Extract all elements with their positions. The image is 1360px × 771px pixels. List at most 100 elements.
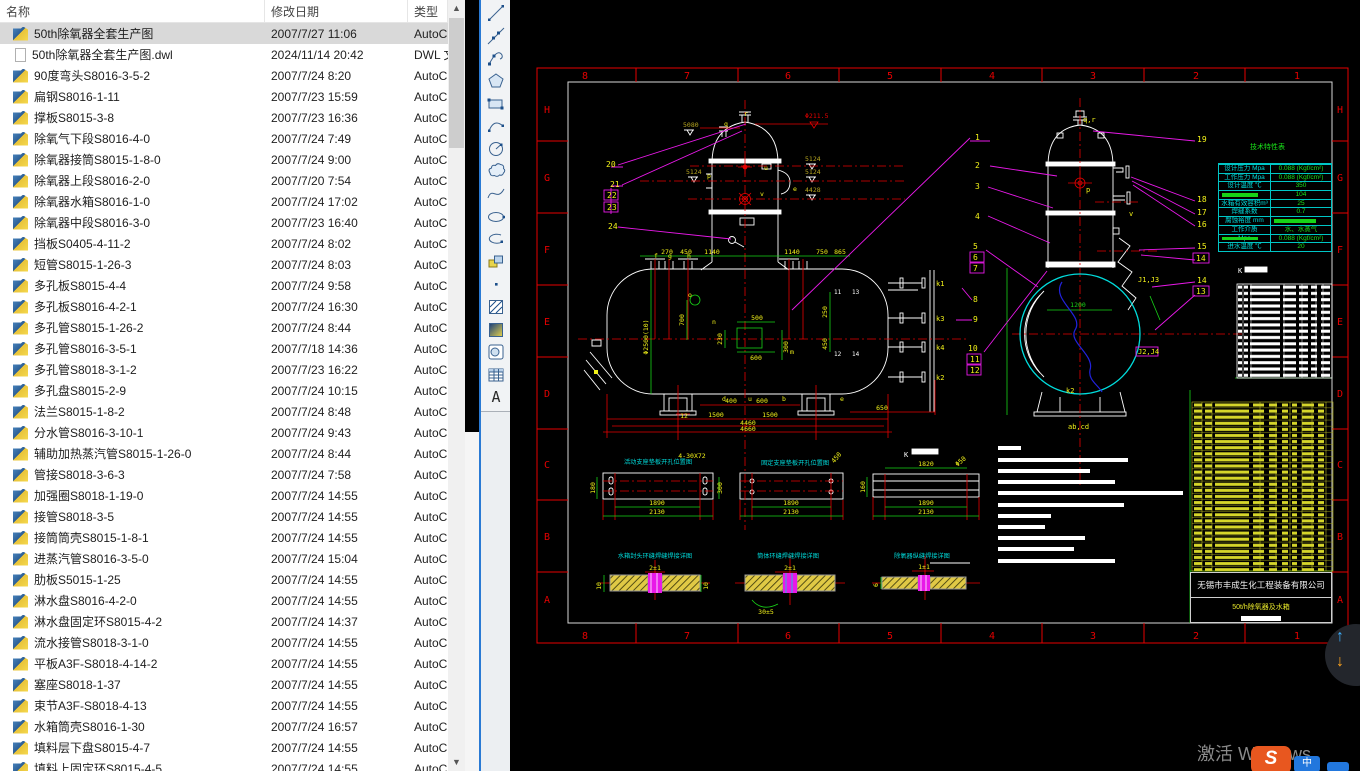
scroll-down-icon[interactable]: ▼ [448,754,465,771]
file-row[interactable]: 扁钢S8016-1-11 2007/7/23 15:59 AutoC [0,86,448,107]
file-row[interactable]: 辅助加热蒸汽管S8015-1-26-0 2007/7/24 8:44 AutoC [0,443,448,464]
file-name: 管接S8018-3-6-3 [34,468,125,482]
tech-table-row: 设计压力 Mpa 0.088 (Kgf/cm²) [1219,164,1331,173]
multiline-text-tool-icon[interactable]: A [485,386,507,409]
vertical-scrollbar[interactable]: ▲ ▼ [448,0,465,771]
file-row[interactable]: 平板A3F-S8018-4-14-2 2007/7/24 14:55 AutoC [0,653,448,674]
file-row[interactable]: 短管S8015-1-26-3 2007/7/24 8:03 AutoC [0,254,448,275]
file-row[interactable]: 管接S8018-3-6-3 2007/7/24 7:58 AutoC [0,464,448,485]
file-type: AutoC [414,194,448,209]
file-row[interactable]: 接管S8018-3-5 2007/7/24 14:55 AutoC [0,506,448,527]
file-row[interactable]: 加强圈S8018-1-19-0 2007/7/24 14:55 AutoC [0,485,448,506]
pt: h [687,252,691,260]
pt: n [712,318,716,326]
file-row[interactable]: 除氧器接筒S8015-1-8-0 2007/7/24 9:00 AutoC [0,149,448,170]
file-date: 2007/7/24 8:03 [271,257,352,272]
file-row[interactable]: 肋板S5015-1-25 2007/7/24 14:55 AutoC [0,569,448,590]
file-name: 法兰S8015-1-8-2 [34,405,125,419]
file-row[interactable]: 法兰S8015-1-8-2 2007/7/24 8:48 AutoC [0,401,448,422]
file-row[interactable]: 流水接管S8018-3-1-0 2007/7/24 14:55 AutoC [0,632,448,653]
callout: 4 [975,212,980,221]
column-header-name[interactable]: 名称 [0,0,265,22]
gradient-tool-icon[interactable] [485,318,507,341]
svg-text:A: A [491,388,500,406]
file-date: 2007/7/24 14:55 [271,656,358,671]
file-row[interactable]: 撑板S8015-3-8 2007/7/23 16:36 AutoC [0,107,448,128]
file-row[interactable]: 除氧器水箱S8016-1-0 2007/7/24 17:02 AutoC [0,191,448,212]
file-row[interactable]: 除氧器上段S8016-2-0 2007/7/20 7:54 AutoC [0,170,448,191]
leader-lines [603,123,1210,376]
polyline-tool-icon[interactable] [485,47,507,70]
desktop: 名称 修改日期 类型 50th除氧器全套生产图 2007/7/27 11:06 … [0,0,1360,771]
file-row[interactable]: 水箱筒壳S8016-1-30 2007/7/24 16:57 AutoC [0,716,448,737]
file-type: AutoC [414,173,448,188]
file-row[interactable]: 多孔管S8015-1-26-2 2007/7/24 8:44 AutoC [0,317,448,338]
file-name: 50th除氧器全套生产图.dwl [32,48,173,62]
file-row[interactable]: 50th除氧器全套生产图.dwl 2024/11/14 20:42 DWL 文 [0,44,448,65]
tech-label: 工作压力 Mpa [1219,173,1271,182]
file-row[interactable]: 多孔板S8015-4-4 2007/7/24 9:58 AutoC [0,275,448,296]
scroll-up-arrow-icon[interactable]: ↑ [1336,628,1344,646]
column-header-type[interactable]: 类型 [408,0,448,22]
file-row[interactable]: 多孔盘S8015-2-9 2007/7/24 10:15 AutoC [0,380,448,401]
ime-toolbar-icon[interactable] [1327,762,1349,771]
file-date: 2007/7/24 14:55 [271,761,358,771]
file-date: 2007/7/18 14:36 [271,341,358,356]
hatch-tool-icon[interactable] [485,296,507,319]
rectangle-tool-icon[interactable] [485,92,507,115]
file-name: 多孔盘S8015-2-9 [34,384,127,398]
file-date: 2007/7/24 14:55 [271,593,358,608]
file-row[interactable]: 塞座S8018-1-37 2007/7/24 14:55 AutoC [0,674,448,695]
file-row[interactable]: 填料层下盘S8015-4-7 2007/7/24 14:55 AutoC [0,737,448,758]
file-type: AutoC [414,404,448,419]
sogou-ime-icon[interactable]: S [1251,746,1291,771]
file-row[interactable]: 多孔板S8016-4-2-1 2007/7/24 16:30 AutoC [0,296,448,317]
region-tool-icon[interactable] [485,341,507,364]
callout: 6 [973,253,978,262]
weldnum: 13 [852,289,860,296]
grid-row: C [544,460,550,471]
spline-tool-icon[interactable] [485,183,507,206]
autocad-drawing-canvas[interactable]: 8 7 6 5 4 3 2 1 8 7 6 5 4 3 2 1 H G F E [510,0,1360,771]
file-row[interactable]: 50th除氧器全套生产图 2007/7/27 11:06 AutoC [0,23,448,44]
line-tool-icon[interactable] [485,2,507,25]
ellipse-tool-icon[interactable] [485,205,507,228]
grid-col: 2 [1193,631,1199,642]
scroll-down-arrow-icon[interactable]: ↓ [1336,653,1344,671]
tech-label: 工作介质 [1219,225,1271,234]
ellipse-arc-tool-icon[interactable] [485,228,507,251]
insert-block-tool-icon[interactable] [485,251,507,274]
point-tool-icon[interactable] [485,273,507,296]
elev: 5124 [805,168,821,176]
column-header-date[interactable]: 修改日期 [265,0,408,22]
scroll-up-icon[interactable]: ▲ [448,0,465,17]
construction-line-tool-icon[interactable] [485,25,507,48]
file-row[interactable]: 淋水盘S8016-4-2-0 2007/7/24 14:55 AutoC [0,590,448,611]
file-date: 2007/7/24 9:43 [271,425,352,440]
revision-cloud-tool-icon[interactable] [485,160,507,183]
file-row[interactable]: 挡板S0405-4-11-2 2007/7/24 8:02 AutoC [0,233,448,254]
file-row[interactable]: 淋水盘固定环S8015-4-2 2007/7/24 14:37 AutoC [0,611,448,632]
polygon-tool-icon[interactable] [485,70,507,93]
grid-row: E [544,317,550,328]
ime-language-icon[interactable]: 中 [1294,756,1320,771]
file-row[interactable]: 多孔管S8016-3-5-1 2007/7/18 14:36 AutoC [0,338,448,359]
file-date: 2007/7/24 7:58 [271,467,352,482]
file-row[interactable]: 束节A3F-S8018-4-13 2007/7/24 14:55 AutoC [0,695,448,716]
scrollbar-thumb[interactable] [449,18,464,148]
table-tool-icon[interactable] [485,364,507,387]
file-row[interactable]: 除氧气下段S8016-4-0 2007/7/24 7:49 AutoC [0,128,448,149]
grid-row: A [544,595,550,606]
file-row[interactable]: 多孔管S8018-3-1-2 2007/7/23 16:22 AutoC [0,359,448,380]
file-type: AutoC [414,719,448,734]
circle-tool-icon[interactable] [485,138,507,161]
file-row[interactable]: 90度弯头S8016-3-5-2 2007/7/24 8:20 AutoC [0,65,448,86]
grid-col: 4 [989,631,995,642]
file-row[interactable]: 进蒸汽管S8016-3-5-0 2007/7/24 15:04 AutoC [0,548,448,569]
file-row[interactable]: 分水管S8016-3-10-1 2007/7/24 9:43 AutoC [0,422,448,443]
file-row[interactable]: 除氧器中段S8016-3-0 2007/7/23 16:40 AutoC [0,212,448,233]
arc-tool-icon[interactable] [485,115,507,138]
file-row[interactable]: 接筒筒壳S8015-1-8-1 2007/7/24 14:55 AutoC [0,527,448,548]
grid-row: H [1337,105,1343,116]
file-row[interactable]: 填料上固定环S8015-4-5 2007/7/24 14:55 AutoC [0,758,448,771]
